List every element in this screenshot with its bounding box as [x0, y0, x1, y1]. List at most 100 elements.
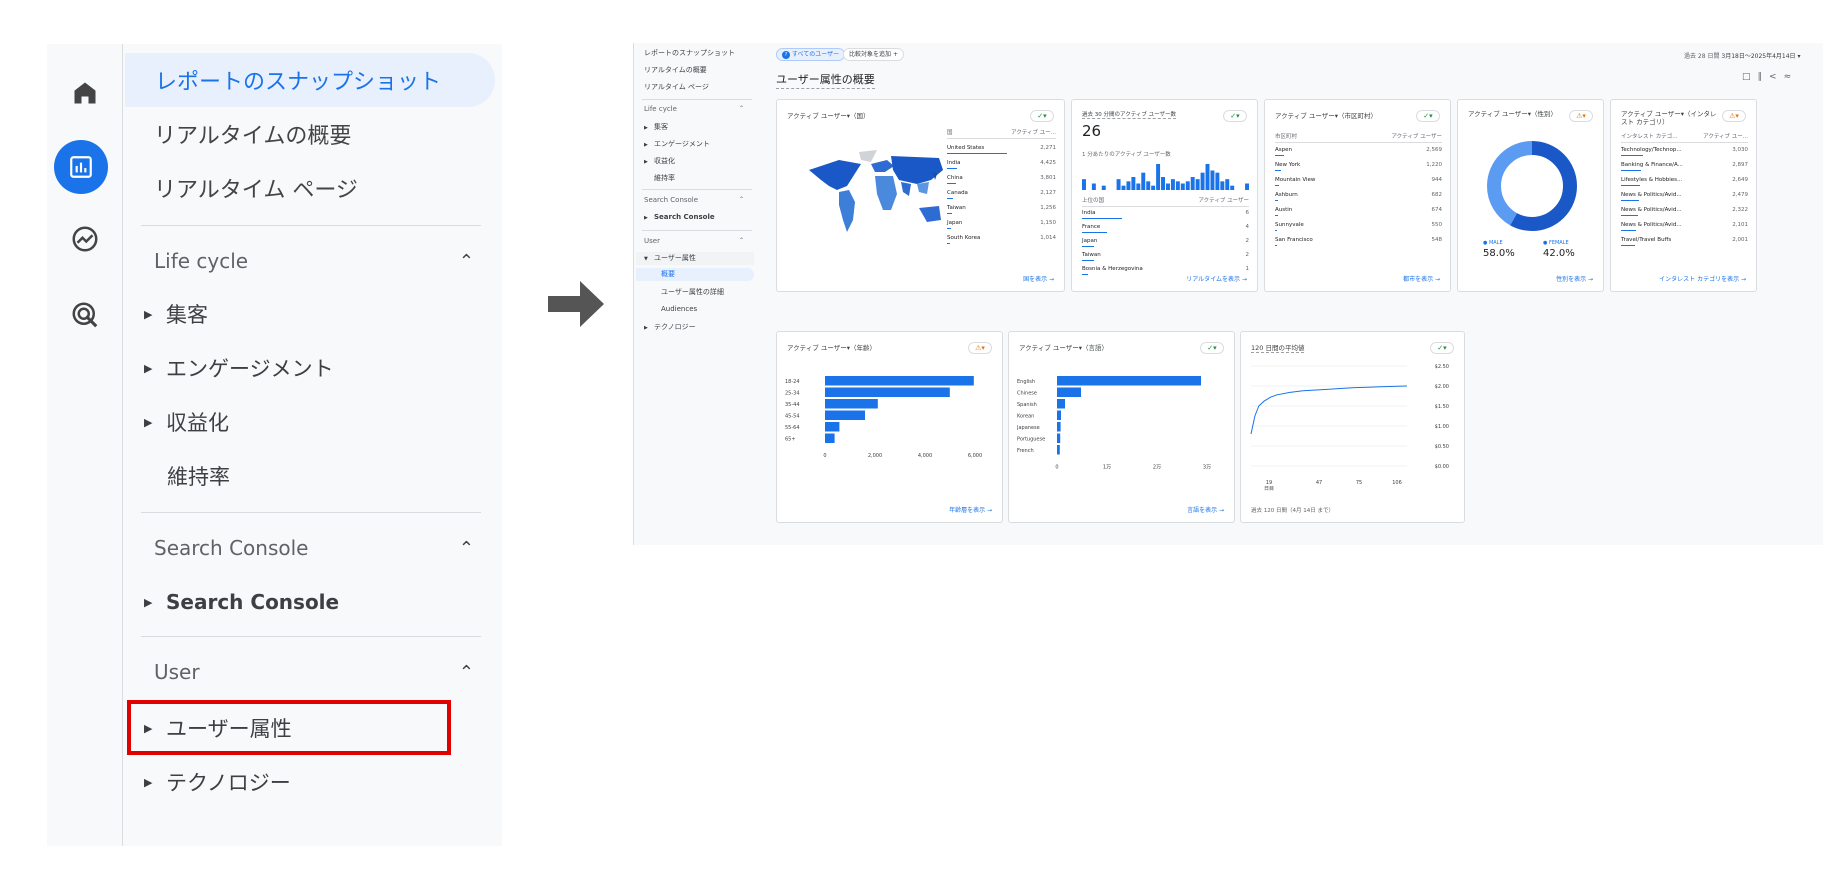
snav-item[interactable]: ▶ 集客	[644, 122, 668, 132]
snav-realtime-overview[interactable]: リアルタイムの概要	[644, 65, 707, 75]
explore-icon[interactable]	[66, 220, 104, 258]
view-gender-link[interactable]: 性別を表示 →	[1556, 274, 1593, 283]
row-name: Ashburn	[1275, 192, 1298, 198]
row-bar	[947, 168, 957, 169]
snav-item[interactable]: ▶ テクノロジー	[644, 322, 696, 332]
x-tick-label: 75	[1356, 480, 1362, 486]
nav-item-snapshot[interactable]: レポートのスナップショット	[125, 53, 495, 107]
advertising-icon[interactable]	[66, 296, 104, 334]
section-lifecycle-header[interactable]: Life cycle ⌃	[154, 249, 474, 273]
card-title[interactable]: アクティブ ユーザー▾（性別）	[1468, 110, 1564, 118]
expand-triangle-icon: ▶	[144, 307, 153, 321]
nav-item-acquisition[interactable]: ▶ 集客	[144, 299, 208, 329]
row-name: China	[947, 175, 963, 181]
col-header: 市区町村	[1275, 134, 1298, 140]
section-user-header[interactable]: User ⌃	[154, 660, 474, 684]
check-status-icon[interactable]: ✓▾	[1200, 342, 1224, 354]
tick-label: 1万	[1103, 465, 1111, 471]
view-countries-link[interactable]: 国を表示 →	[1023, 274, 1054, 283]
nav-item-realtime-overview[interactable]: リアルタイムの概要	[154, 107, 351, 161]
snav-divider	[642, 189, 752, 190]
snav-item[interactable]: ユーザー属性の詳細	[661, 287, 724, 297]
view-languages-link[interactable]: 言語を表示 →	[1187, 505, 1224, 514]
row-value: 2,897	[1732, 162, 1748, 168]
icon-rail	[47, 44, 123, 846]
compare-icon[interactable]: ∥	[1758, 72, 1763, 82]
row-name: India	[947, 160, 961, 166]
bar	[1170, 179, 1175, 190]
row-bar	[1275, 185, 1279, 186]
share-icon[interactable]: <	[1769, 72, 1777, 82]
snav-item[interactable]: ▶ エンゲージメント	[644, 139, 710, 149]
snav-item[interactable]: 維持率	[654, 173, 675, 183]
nav-divider	[141, 512, 481, 513]
snav-item-overview[interactable]: 概要	[636, 268, 754, 281]
view-cities-link[interactable]: 都市を表示 →	[1403, 274, 1440, 283]
row-value: 674	[1431, 207, 1443, 213]
snav-lifecycle-title[interactable]: Life cycle	[644, 105, 677, 113]
row-name: Aspen	[1275, 147, 1292, 153]
check-status-icon[interactable]: ✓▾	[1416, 110, 1440, 122]
card-title[interactable]: アクティブ ユーザー▾（年齢）	[787, 342, 876, 352]
chevron-up-icon: ⌃	[458, 537, 474, 559]
view-interests-link[interactable]: インタレスト カテゴリを表示 →	[1659, 274, 1746, 283]
nav-item-search-console[interactable]: ▶ Search Console	[144, 590, 339, 614]
screenshot-sidebar: レポートのスナップショット リアルタイムの概要 リアルタイム ページ Life …	[634, 43, 759, 545]
snav-item[interactable]: ▶ 収益化	[644, 156, 675, 166]
page-title: ユーザー属性の概要	[776, 71, 875, 89]
row-bar	[1082, 260, 1094, 261]
nav-item-engagement[interactable]: ▶ エンゲージメント	[144, 353, 334, 383]
section-search-console-header[interactable]: Search Console ⌃	[154, 536, 474, 560]
row-bar	[1275, 170, 1281, 171]
row-value: 2,271	[1040, 145, 1056, 151]
nav-item-technology[interactable]: ▶ テクノロジー	[144, 767, 291, 797]
row-name: Taiwan	[947, 205, 966, 211]
nav-item-label: 収益化	[166, 411, 229, 435]
customize-report-icon[interactable]: □	[1742, 72, 1751, 82]
warning-icon[interactable]: ⚠▾	[1569, 110, 1593, 122]
ltv-line-chart: $2.50$2.00$1.50$1.00$0.50$0.0019日目47 75 10…	[1250, 364, 1449, 492]
tick-label: 2万	[1153, 465, 1161, 471]
add-comparison-chip[interactable]: 比較対象を追加 +	[843, 48, 904, 61]
row-value: 548	[1431, 237, 1443, 243]
bar	[1057, 376, 1201, 386]
snav-item[interactable]: ▼ ユーザー属性	[636, 252, 754, 265]
row-bar	[1621, 170, 1641, 171]
warning-icon[interactable]: ⚠▾	[968, 342, 992, 354]
card-title[interactable]: アクティブ ユーザー▾（言語）	[1019, 342, 1108, 352]
row-bar	[1082, 232, 1107, 233]
snav-sc-title[interactable]: Search Console	[644, 196, 698, 204]
check-status-icon[interactable]: ✓▾	[1430, 342, 1454, 354]
home-icon[interactable]	[66, 74, 104, 112]
row-value: 3,030	[1732, 147, 1748, 153]
bar	[1146, 181, 1151, 190]
snav-realtime-pages[interactable]: リアルタイム ページ	[644, 82, 709, 92]
card-title[interactable]: アクティブ ユーザー▾（国）	[787, 110, 869, 120]
nav-item-label: エンゲージメント	[166, 357, 334, 381]
check-status-icon[interactable]: ✓▾	[1030, 110, 1054, 122]
snav-snapshot[interactable]: レポートのスナップショット	[644, 48, 735, 58]
col-header: アクティブ ユーザー	[1198, 198, 1249, 204]
nav-item-retention[interactable]: 維持率	[167, 461, 230, 491]
row-bar	[1621, 230, 1636, 231]
nav-item-realtime-pages[interactable]: リアルタイム ページ	[154, 161, 358, 215]
nav-item-monetization[interactable]: ▶ 収益化	[144, 407, 229, 437]
snav-item[interactable]: ▶ Search Console	[644, 213, 715, 221]
view-age-link[interactable]: 年齢層を表示 →	[949, 505, 992, 514]
all-users-chip[interactable]: ? すべてのユーザー	[776, 48, 846, 61]
date-range-picker[interactable]: 過去 28 日間 3月18日～2025年4月14日 ▾	[1684, 51, 1801, 60]
warning-icon[interactable]: ⚠▾	[1722, 110, 1746, 122]
bar	[1136, 183, 1141, 190]
age-bar-chart: 18-24 25-34 35-44 45-54 55-64 65+ 0 2,000 4,000 6…	[785, 376, 982, 459]
card-title[interactable]: アクティブ ユーザー▾（インタレスト カテゴリ）	[1621, 110, 1717, 126]
category-label: French	[1017, 448, 1034, 454]
card-title[interactable]: アクティブ ユーザー▾（市区町村）	[1275, 110, 1377, 120]
snav-user-title[interactable]: User	[644, 237, 660, 245]
category-label: 55-64	[785, 425, 800, 431]
check-status-icon[interactable]: ✓▾	[1223, 110, 1247, 122]
bar	[1082, 179, 1086, 190]
reports-icon[interactable]	[54, 140, 108, 194]
insights-icon[interactable]: ≈	[1784, 72, 1792, 82]
snav-item[interactable]: Audiences	[661, 305, 697, 313]
view-realtime-link[interactable]: リアルタイムを表示 →	[1186, 274, 1247, 283]
